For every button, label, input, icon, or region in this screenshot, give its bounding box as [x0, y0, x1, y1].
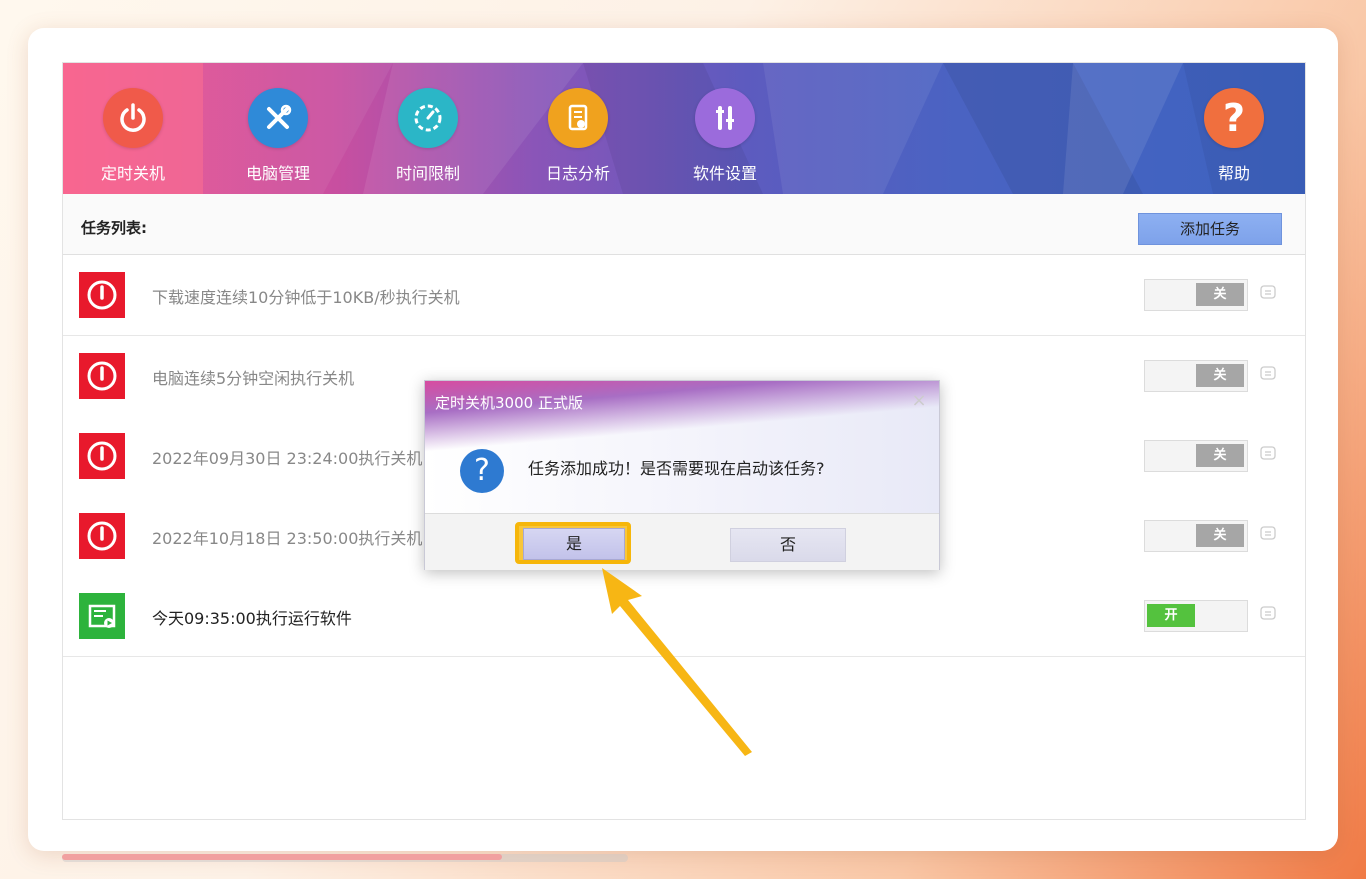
- nav-label: 日志分析: [545, 164, 610, 183]
- task-toggle[interactable]: 关: [1144, 360, 1248, 392]
- toggle-state: 开: [1147, 604, 1195, 627]
- toggle-state: 关: [1196, 364, 1244, 387]
- shutdown-task-icon: [79, 513, 125, 559]
- toggle-state: 关: [1196, 283, 1244, 306]
- nav-label: 定时关机: [100, 164, 165, 183]
- edit-icon[interactable]: [1259, 283, 1277, 301]
- dialog-message: 任务添加成功！是否需要现在启动该任务?: [528, 459, 825, 478]
- yes-button[interactable]: 是: [523, 528, 625, 560]
- toggle-state: 关: [1196, 524, 1244, 547]
- timer-icon: [398, 88, 458, 148]
- shutdown-task-icon: [79, 272, 125, 318]
- task-list-header: 任务列表: 添加任务: [63, 194, 1305, 255]
- annotation-arrow-icon: [602, 568, 752, 756]
- nav-item-log-analysis[interactable]: 日志分析: [508, 63, 648, 194]
- dialog-body: 定时关机3000 正式版 × ? 任务添加成功！是否需要现在启动该任务?: [425, 381, 939, 513]
- tools-icon: [248, 88, 308, 148]
- no-button[interactable]: 否: [730, 528, 846, 562]
- nav-label: 电脑管理: [245, 164, 310, 183]
- edit-icon[interactable]: [1259, 604, 1277, 622]
- task-description: 电脑连续5分钟空闲执行关机: [152, 369, 355, 388]
- toggle-state: 关: [1196, 444, 1244, 467]
- task-description: 2022年10月18日 23:50:00执行关机: [152, 529, 423, 548]
- task-toggle[interactable]: 关: [1144, 440, 1248, 472]
- nav-label: 软件设置: [692, 164, 757, 183]
- shutdown-task-icon: [79, 433, 125, 479]
- task-description: 下载速度连续10分钟低于10KB/秒执行关机: [152, 288, 460, 307]
- add-task-button[interactable]: 添加任务: [1138, 213, 1282, 245]
- task-toggle[interactable]: 开: [1144, 600, 1248, 632]
- nav-item-shutdown[interactable]: 定时关机: [63, 63, 203, 194]
- nav-item-time-limit[interactable]: 时间限制: [358, 63, 498, 194]
- edit-icon[interactable]: [1259, 524, 1277, 542]
- task-description: 2022年09月30日 23:24:00执行关机: [152, 449, 423, 468]
- nav-item-software-settings[interactable]: 软件设置: [655, 63, 795, 194]
- task-toggle[interactable]: 关: [1144, 520, 1248, 552]
- question-icon: ?: [460, 449, 504, 493]
- nav-item-computer-management[interactable]: 电脑管理: [208, 63, 348, 194]
- settings-tools-icon: [695, 88, 755, 148]
- log-icon: [548, 88, 608, 148]
- dialog-title: 定时关机3000 正式版: [435, 394, 583, 412]
- close-icon[interactable]: ×: [909, 391, 929, 411]
- power-icon: [103, 88, 163, 148]
- shutdown-task-icon: [79, 353, 125, 399]
- help-icon: ?: [1204, 88, 1264, 148]
- nav-item-help[interactable]: ? 帮助: [1164, 63, 1304, 194]
- top-nav-bar: 定时关机 电脑管理 时间限制 日志分析 软件设置 ? 帮助: [63, 63, 1305, 194]
- task-row[interactable]: 下载速度连续10分钟低于10KB/秒执行关机 关: [63, 255, 1305, 336]
- nav-label: 帮助: [1217, 164, 1250, 183]
- task-toggle[interactable]: 关: [1144, 279, 1248, 311]
- task-description: 今天09:35:00执行运行软件: [152, 609, 352, 628]
- confirm-dialog: 定时关机3000 正式版 × ? 任务添加成功！是否需要现在启动该任务? 是 否: [424, 380, 940, 570]
- edit-icon[interactable]: [1259, 364, 1277, 382]
- horizontal-scrollbar-thumb[interactable]: [62, 854, 502, 860]
- run-software-task-icon: [79, 593, 125, 639]
- edit-icon[interactable]: [1259, 444, 1277, 462]
- nav-label: 时间限制: [395, 164, 460, 183]
- task-list-title: 任务列表:: [81, 219, 147, 237]
